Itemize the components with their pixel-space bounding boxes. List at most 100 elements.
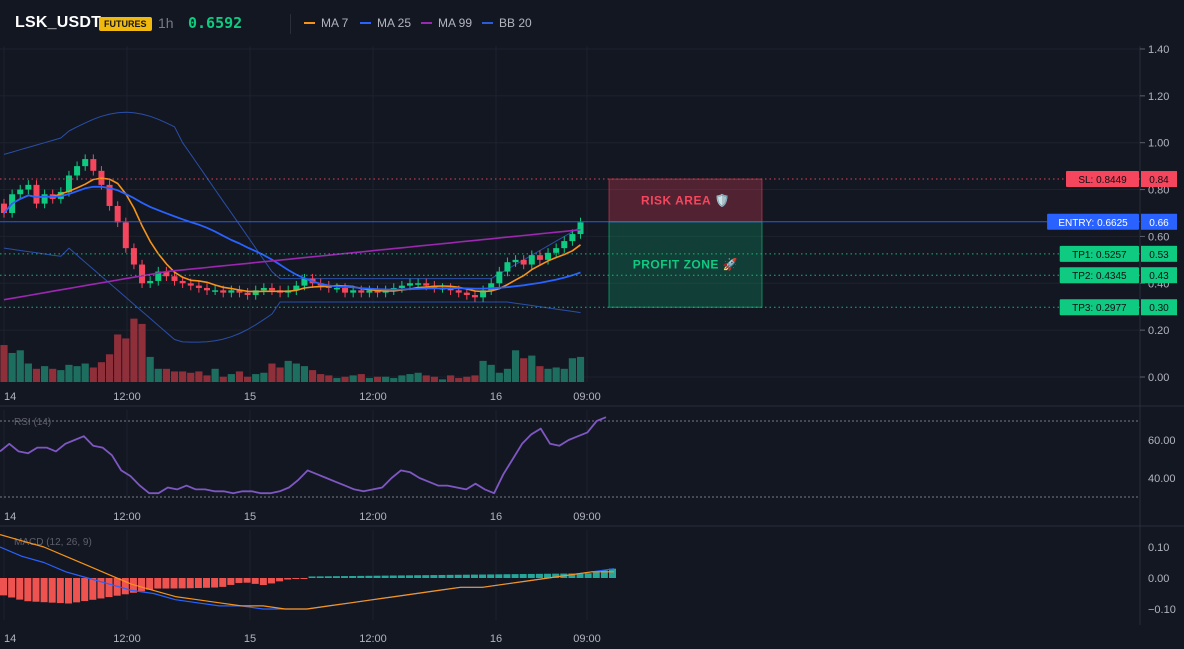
candle-body <box>228 290 235 293</box>
volume-bar <box>268 363 276 382</box>
rsi-tick-label: 60.00 <box>1148 435 1176 447</box>
macd-histogram-bar <box>24 578 32 602</box>
macd-histogram-bar <box>511 574 519 578</box>
macd-histogram-bar <box>357 575 365 578</box>
level-axis-tag-label: 0.66 <box>1149 218 1169 229</box>
time-label-macd: 14 <box>4 633 16 645</box>
candle-body <box>342 287 349 293</box>
time-label-macd: 16 <box>490 633 502 645</box>
volume-bar <box>24 363 32 382</box>
volume-bar <box>81 363 89 382</box>
candle-body <box>179 280 186 284</box>
rsi-line <box>0 416 607 495</box>
candle-body <box>122 222 129 249</box>
trading-chart[interactable]: 1.401.201.000.800.600.400.200.00RISK ARE… <box>0 0 1184 649</box>
macd-histogram-bar <box>438 574 446 578</box>
candle-body <box>471 294 478 298</box>
level-axis-tag-label: 0.30 <box>1149 303 1169 314</box>
volume-bar <box>41 366 49 382</box>
candle-body <box>130 248 137 265</box>
macd-histogram-bar <box>276 578 284 582</box>
volume-bar <box>308 370 317 382</box>
macd-histogram-bar <box>40 578 48 603</box>
macd-histogram-bar <box>89 578 97 600</box>
candle-body <box>195 285 202 288</box>
macd-histogram-bar <box>609 568 616 578</box>
volume-bar <box>8 352 16 382</box>
candle-body <box>268 287 275 291</box>
time-label-macd: 12:00 <box>113 633 141 645</box>
bb-lower-line <box>3 247 581 343</box>
macd-histogram-bar <box>519 574 527 578</box>
volume-bar <box>49 368 57 382</box>
volume-bar <box>300 366 309 382</box>
macd-histogram-bar <box>454 574 462 578</box>
candle-body <box>147 280 154 284</box>
time-label-main: 12:00 <box>113 391 141 403</box>
volume-bar <box>422 375 430 382</box>
volume-bar <box>406 374 414 382</box>
volume-bar <box>511 350 520 382</box>
candle-body <box>333 287 340 290</box>
rsi-tick-label: 40.00 <box>1148 473 1176 485</box>
macd-histogram-bar <box>32 578 40 602</box>
candle-body <box>65 175 72 192</box>
candle-body <box>512 259 519 263</box>
candle-body <box>528 255 535 265</box>
volume-bar <box>154 368 162 382</box>
macd-histogram-bar <box>243 578 251 583</box>
macd-histogram-bar <box>316 576 324 578</box>
candle-body <box>204 287 210 291</box>
volume-bar <box>292 363 300 382</box>
volume-bar <box>479 360 487 382</box>
macd-histogram-bar <box>267 578 275 584</box>
volume-bar <box>179 371 187 382</box>
candle-body <box>504 262 511 272</box>
candle-body <box>350 290 357 293</box>
candle-body <box>25 184 32 190</box>
macd-histogram-bar <box>446 574 454 578</box>
time-label-macd: 12:00 <box>359 633 387 645</box>
candle-body <box>74 166 81 176</box>
time-label-rsi: 15 <box>244 511 256 523</box>
candle-body <box>423 283 430 286</box>
price-tick-label: 0.20 <box>1148 325 1169 337</box>
candle-body <box>114 205 121 223</box>
volume-bar <box>576 356 585 382</box>
macd-histogram-bar <box>503 574 511 578</box>
volume-bar <box>260 372 268 382</box>
time-label-macd: 09:00 <box>573 633 601 645</box>
macd-tick-label: −0.10 <box>1148 604 1176 616</box>
volume-bar <box>138 323 146 382</box>
macd-histogram-bar <box>0 578 7 596</box>
macd-histogram-bar <box>300 578 308 579</box>
macd-histogram-bar <box>308 576 316 578</box>
volume-bar <box>365 378 373 382</box>
time-label-macd: 15 <box>244 633 256 645</box>
volume-bar <box>349 375 357 382</box>
macd-histogram-bar <box>235 578 243 583</box>
candle-body <box>244 292 251 295</box>
macd-tick-label: 0.00 <box>1148 573 1169 585</box>
macd-histogram-bar <box>535 573 543 578</box>
candle-body <box>455 290 462 293</box>
volume-bar <box>528 355 536 382</box>
macd-histogram-bar <box>584 573 592 578</box>
macd-histogram-bar <box>219 578 227 587</box>
candle-body <box>260 287 267 291</box>
volume-bar <box>471 375 479 382</box>
volume-bar <box>97 362 106 382</box>
volume-bar <box>357 374 365 382</box>
level-tag-label: TP1: 0.5257 <box>1072 250 1127 261</box>
volume-bar <box>57 370 65 382</box>
price-tick-label: 1.20 <box>1148 91 1169 103</box>
macd-histogram-bar <box>292 578 300 580</box>
volume-bar <box>520 358 528 382</box>
level-tag-label: TP3: 0.2977 <box>1072 303 1127 314</box>
volume-bar <box>146 356 154 382</box>
macd-histogram-bar <box>194 578 202 589</box>
volume-bar <box>552 367 560 382</box>
volume-bar <box>284 360 292 382</box>
candle-body <box>41 194 48 204</box>
candle-body <box>569 234 576 242</box>
